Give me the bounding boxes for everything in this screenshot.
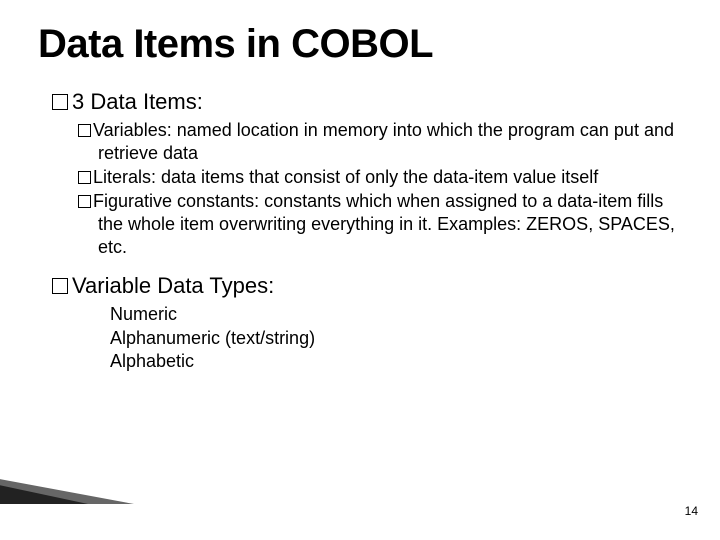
- list-item-text: Literals: data items that consist of onl…: [93, 167, 598, 187]
- bullet-square-icon: [78, 171, 91, 184]
- variable-types-list: Numeric Alphanumeric (text/string) Alpha…: [110, 303, 690, 373]
- list-item: Figurative constants: constants which wh…: [78, 190, 690, 259]
- bullet-square-icon: [52, 94, 68, 110]
- bullet-square-icon: [78, 195, 91, 208]
- section-heading-data-items: 3 Data Items:: [52, 89, 690, 115]
- list-item: Alphabetic: [110, 350, 690, 373]
- list-item-text: Figurative constants: constants which wh…: [93, 191, 675, 257]
- section-lead-text: Variable Data Types:: [72, 273, 274, 298]
- triangle-icon: [0, 484, 88, 504]
- slide: Data Items in COBOL 3 Data Items: Variab…: [0, 0, 720, 540]
- data-items-list: Variables: named location in memory into…: [78, 119, 690, 259]
- list-item: Literals: data items that consist of onl…: [78, 166, 690, 189]
- section-lead-number: 3: [72, 89, 84, 114]
- bullet-square-icon: [78, 124, 91, 137]
- section-lead-text: Data Items:: [90, 89, 202, 114]
- slide-title: Data Items in COBOL: [38, 22, 690, 67]
- section-heading-variable-types: Variable Data Types:: [52, 273, 690, 299]
- list-item: Variables: named location in memory into…: [78, 119, 690, 165]
- list-item: Alphanumeric (text/string): [110, 327, 690, 350]
- list-item-text: Variables: named location in memory into…: [93, 120, 674, 163]
- list-item: Numeric: [110, 303, 690, 326]
- page-number: 14: [685, 504, 698, 518]
- bullet-square-icon: [52, 278, 68, 294]
